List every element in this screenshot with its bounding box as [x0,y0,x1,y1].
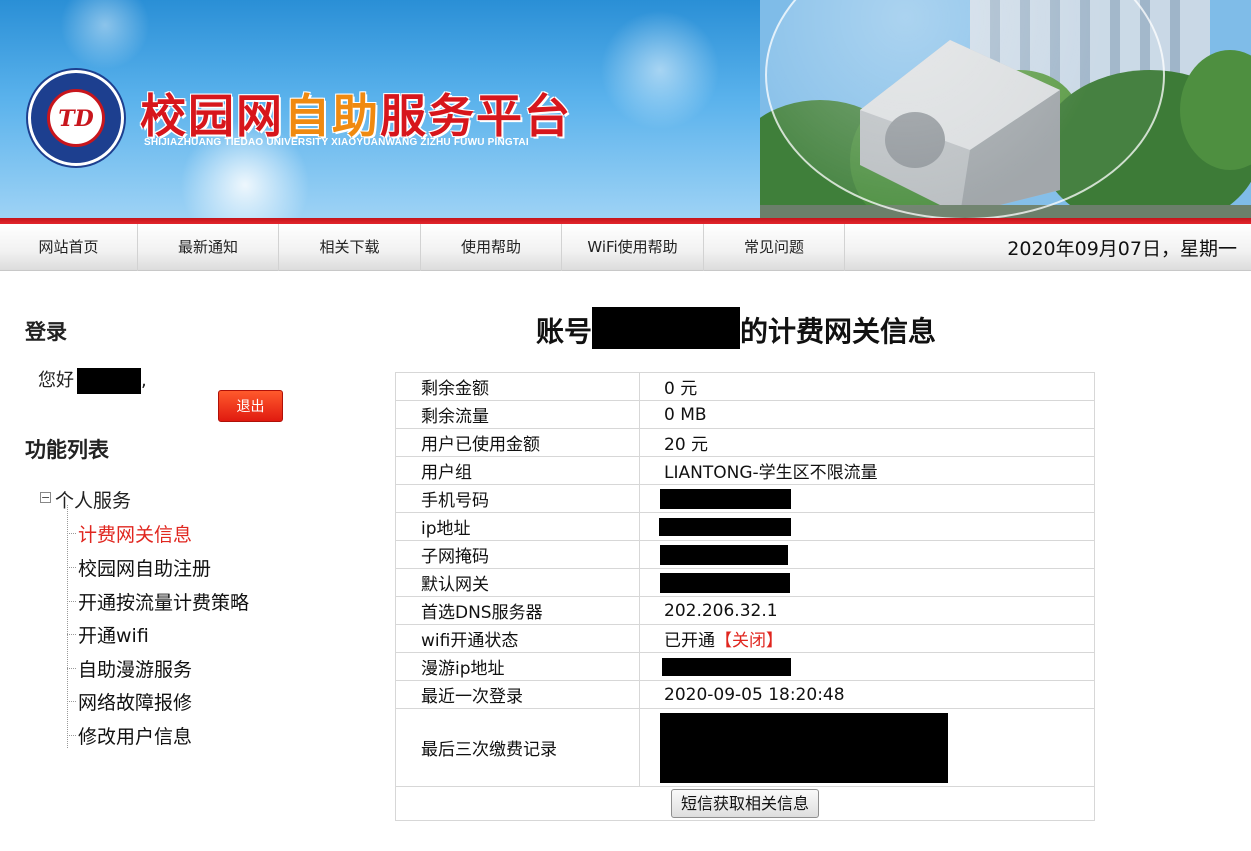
row-label: 默认网关 [395,568,640,597]
main-nav: 网站首页 最新通知 相关下载 使用帮助 WiFi使用帮助 常见问题 2020年0… [0,224,1251,271]
row-label: ip地址 [395,512,640,541]
site-title-part3: 服务平台 [380,89,572,143]
row-value [639,708,1095,787]
row-value [639,652,1095,681]
sidebar-item-billing-gateway-info[interactable]: 计费网关信息 [66,520,192,547]
table-row: ip地址 [395,512,1095,541]
site-title-part2: 自助 [284,89,380,143]
page-title-prefix: 账号 [536,315,593,348]
row-label: 首选DNS服务器 [395,596,640,625]
tree-connector [67,505,68,748]
sky-glow [600,10,720,130]
row-label: 剩余金额 [395,372,640,401]
row-label: 用户已使用金额 [395,428,640,457]
logout-button[interactable]: 退出 [218,390,283,422]
tree-collapse-icon[interactable]: − [40,492,51,503]
row-value [639,568,1095,597]
redacted-roaming-ip [662,657,791,676]
row-value [639,484,1095,513]
site-subtitle: SHIJIAZHUANG TIEDAO UNIVERSITY XIAOYUANW… [144,137,529,148]
row-value: 2020-09-05 18:20:48 [639,680,1095,709]
row-label: 手机号码 [395,484,640,513]
button-cell: 短信获取相关信息 [395,786,1095,821]
nav-notices[interactable]: 最新通知 [138,224,279,271]
greeting-comma: , [141,370,147,391]
sidebar-item-self-registration[interactable]: 校园网自助注册 [66,554,211,581]
sky-glow [60,0,150,70]
table-row: 默认网关 [395,568,1095,597]
row-value: 0 MB [639,400,1095,429]
redacted-username [77,368,141,394]
redacted-ip [659,517,791,536]
table-row: 漫游ip地址 [395,652,1095,681]
nav-help[interactable]: 使用帮助 [421,224,562,271]
page-title-suffix: 的计费网关信息 [740,315,937,348]
row-label: 漫游ip地址 [395,652,640,681]
sidebar-item-enable-wifi[interactable]: 开通wifi [67,621,149,648]
redacted-subnet-mask [660,544,788,565]
wifi-close-link[interactable]: 【关闭】 [715,631,783,651]
row-label: 用户组 [395,456,640,485]
table-row: 用户已使用金额 20 元 [395,428,1095,457]
sidebar-item-traffic-billing-policy[interactable]: 开通按流量计费策略 [66,588,249,615]
table-row: 子网掩码 [395,540,1095,569]
row-label: 子网掩码 [395,540,640,569]
row-value: 已开通【关闭】 [639,624,1095,653]
row-value [639,540,1095,569]
function-list-heading: 功能列表 [25,438,109,462]
table-row: 最后三次缴费记录 [395,708,1095,787]
billing-info-table: 剩余金额 0 元 剩余流量 0 MB 用户已使用金额 20 元 用户组 LIANTONG… [395,372,1095,821]
nav-wifi-help[interactable]: WiFi使用帮助 [562,224,704,271]
nav-downloads[interactable]: 相关下载 [279,224,421,271]
table-row: wifi开通状态 已开通【关闭】 [395,624,1095,653]
redacted-account [592,307,741,349]
row-value: 202.206.32.1 [639,596,1095,625]
table-row: 剩余流量 0 MB [395,400,1095,429]
greeting-text: 您好 [38,370,74,391]
sidebar-item-edit-user-info[interactable]: 修改用户信息 [66,722,192,749]
user-greeting: 您好, [38,366,147,394]
current-date: 2020年09月07日，星期一 [1007,238,1237,260]
row-value: 0 元 [639,372,1095,401]
sidebar-item-fault-report[interactable]: 网络故障报修 [66,688,192,715]
university-logo: TD [28,70,124,166]
logo-monogram: TD [58,106,94,132]
table-row: 首选DNS服务器 202.206.32.1 [395,596,1095,625]
wifi-status: 已开通 [664,631,715,651]
login-heading: 登录 [25,320,67,344]
row-value: LIANTONG-学生区不限流量 [639,456,1095,485]
site-title-part1: 校园网 [140,89,284,143]
row-value [639,512,1095,541]
row-label: 最后三次缴费记录 [395,708,640,787]
row-label: wifi开通状态 [395,624,640,653]
table-row: 用户组 LIANTONG-学生区不限流量 [395,456,1095,485]
sidebar-item-roaming-service[interactable]: 自助漫游服务 [66,655,192,682]
nav-home[interactable]: 网站首页 [0,224,138,271]
row-value: 20 元 [639,428,1095,457]
row-label: 剩余流量 [395,400,640,429]
table-row: 最近一次登录 2020-09-05 18:20:48 [395,680,1095,709]
redacted-payment-records [660,712,948,783]
row-label: 最近一次登录 [395,680,640,709]
tree-root-personal-services[interactable]: − 个人服务 [40,486,131,513]
table-row: 手机号码 [395,484,1095,513]
table-row: 短信获取相关信息 [395,786,1095,821]
redacted-gateway [660,572,790,593]
nav-faq[interactable]: 常见问题 [704,224,845,271]
logo-inner-ring: TD [47,89,105,147]
sms-info-button[interactable]: 短信获取相关信息 [670,789,819,818]
redacted-phone [660,488,791,509]
table-row: 剩余金额 0 元 [395,372,1095,401]
header-banner: TD 校园网自助服务平台 SHIJIAZHUANG TIEDAO UNIVERS… [0,0,1251,220]
page-title: 账号 的计费网关信息 [536,307,936,350]
